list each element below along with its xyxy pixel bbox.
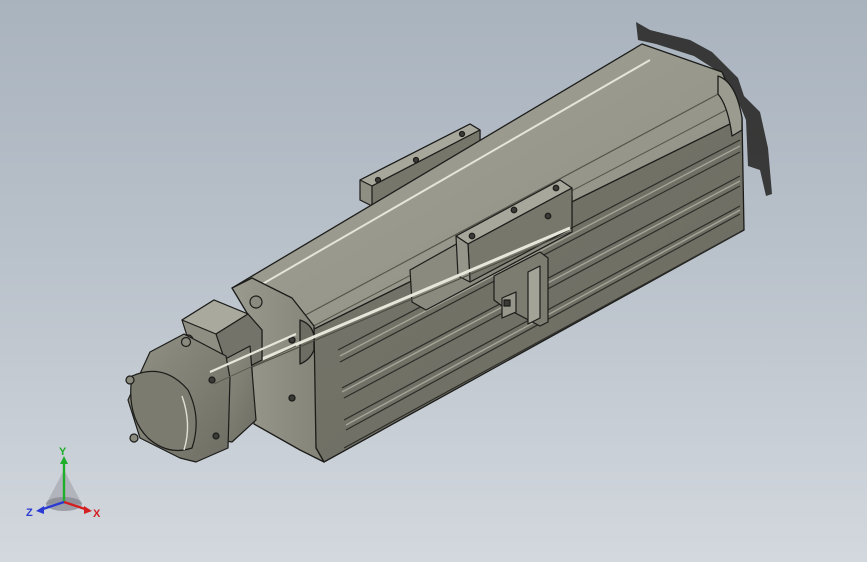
cad-viewport[interactable]: Y X Z xyxy=(0,0,867,562)
x-axis-label: X xyxy=(93,508,101,520)
linear-actuator-model[interactable] xyxy=(0,0,867,562)
x-axis-head xyxy=(84,506,92,514)
z-axis-head xyxy=(36,506,44,514)
y-axis-label: Y xyxy=(59,446,67,458)
coordinate-triad[interactable]: Y X Z xyxy=(22,446,106,526)
z-axis-label: Z xyxy=(26,507,33,519)
